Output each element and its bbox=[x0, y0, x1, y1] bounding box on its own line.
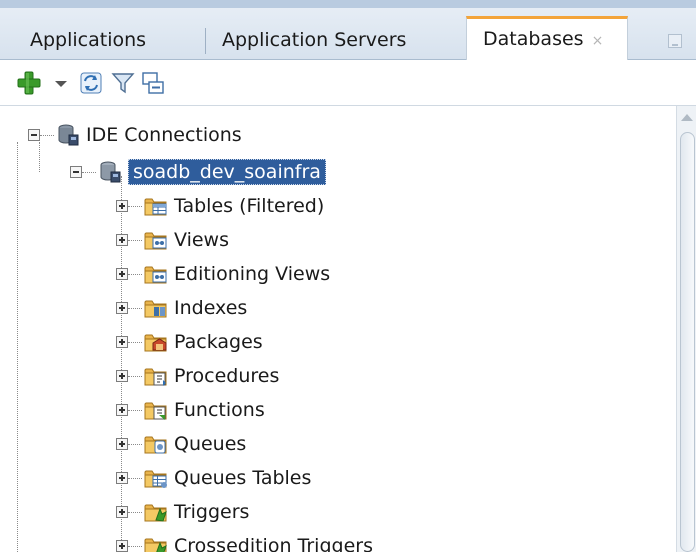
tree-connector bbox=[128, 273, 142, 275]
packages-folder-icon bbox=[144, 334, 167, 352]
filter-icon[interactable] bbox=[110, 70, 136, 96]
crossedition-triggers-folder-icon bbox=[144, 538, 167, 552]
indexes-folder-icon bbox=[144, 300, 167, 318]
queues-folder-icon bbox=[144, 436, 167, 454]
tree-connector bbox=[17, 142, 18, 552]
add-icon[interactable] bbox=[16, 70, 42, 96]
expand-toggle[interactable] bbox=[116, 438, 128, 450]
refresh-icon[interactable] bbox=[78, 70, 104, 96]
tree-node-label: Queues Tables bbox=[174, 467, 312, 489]
close-tab-icon[interactable]: × bbox=[592, 33, 604, 49]
tree-node-label: Procedures bbox=[174, 365, 280, 387]
tree-node-label: Triggers bbox=[174, 501, 250, 523]
tree-node-queues[interactable]: Queues bbox=[116, 429, 246, 459]
tree-node-tables-filtered[interactable]: Tables (Filtered) bbox=[116, 191, 324, 221]
tab-databases[interactable]: Databases × bbox=[466, 16, 628, 61]
tree-connector bbox=[128, 409, 142, 411]
tree-connector bbox=[128, 443, 142, 445]
queues-tables-folder-icon bbox=[144, 470, 167, 488]
window-top-strip bbox=[0, 0, 696, 8]
tree-connector bbox=[128, 375, 142, 377]
collapse-toggle[interactable] bbox=[70, 166, 82, 178]
collapse-toggle[interactable] bbox=[28, 129, 40, 141]
views-folder-icon bbox=[144, 232, 167, 250]
tree-node-label: Indexes bbox=[174, 297, 248, 319]
tree-connector bbox=[128, 341, 142, 343]
tree-node-label: Crossedition Triggers bbox=[174, 535, 373, 552]
tree-connector bbox=[40, 134, 54, 136]
tree-node-editioning-views[interactable]: Editioning Views bbox=[116, 259, 330, 289]
tree-connector bbox=[128, 545, 142, 547]
toolbar bbox=[0, 60, 696, 106]
tab-databases-label: Databases bbox=[483, 28, 584, 50]
tree-node-functions[interactable]: Functions bbox=[116, 395, 265, 425]
vertical-scrollbar[interactable] bbox=[676, 106, 696, 552]
dropdown-arrow-icon[interactable] bbox=[48, 70, 74, 96]
tree-node-crossedition-triggers[interactable]: Crossedition Triggers bbox=[116, 531, 373, 552]
database-icon bbox=[100, 161, 121, 183]
tree-node-label-selected: soadb_dev_soainfra bbox=[128, 159, 326, 185]
tree-connector bbox=[128, 477, 142, 479]
expand-toggle[interactable] bbox=[116, 472, 128, 484]
database-navigator-tree: IDE Connections soadb_dev_soainfra Table… bbox=[10, 106, 676, 552]
tables-folder-icon bbox=[144, 198, 167, 216]
tree-connector bbox=[128, 239, 142, 241]
expand-toggle[interactable] bbox=[116, 200, 128, 212]
tab-applications[interactable]: Applications bbox=[30, 20, 146, 60]
expand-toggle[interactable] bbox=[116, 302, 128, 314]
tree-node-procedures[interactable]: Procedures bbox=[116, 361, 279, 391]
tree-node-indexes[interactable]: Indexes bbox=[116, 293, 247, 323]
tab-application-servers[interactable]: Application Servers bbox=[222, 20, 406, 60]
tree-connector bbox=[128, 205, 142, 207]
tab-bar: Applications Application Servers Databas… bbox=[0, 8, 696, 61]
scrollbar-thumb[interactable] bbox=[680, 132, 695, 552]
expand-toggle[interactable] bbox=[116, 506, 128, 518]
expand-toggle[interactable] bbox=[116, 404, 128, 416]
tree-node-label: Packages bbox=[174, 331, 263, 353]
tree-node-label: Editioning Views bbox=[174, 263, 331, 285]
tree-node-label: Tables (Filtered) bbox=[174, 195, 325, 217]
triggers-folder-icon bbox=[144, 504, 167, 522]
tree-node-views[interactable]: Views bbox=[116, 225, 229, 255]
minimize-panel-button[interactable] bbox=[668, 34, 682, 48]
tree-connector bbox=[128, 307, 142, 309]
tree-node-label: Queues bbox=[174, 433, 247, 455]
collapse-all-icon[interactable] bbox=[140, 70, 166, 96]
tree-node-queues-tables[interactable]: Queues Tables bbox=[116, 463, 311, 493]
expand-toggle[interactable] bbox=[116, 540, 128, 552]
database-connections-icon bbox=[58, 124, 79, 146]
tree-connector bbox=[128, 511, 142, 513]
tree-node-ide-connections[interactable]: IDE Connections bbox=[28, 120, 242, 150]
functions-folder-icon bbox=[144, 402, 167, 420]
expand-toggle[interactable] bbox=[116, 234, 128, 246]
tree-node-label: IDE Connections bbox=[86, 124, 242, 146]
procedures-folder-icon bbox=[144, 368, 167, 386]
expand-toggle[interactable] bbox=[116, 336, 128, 348]
tree-node-packages[interactable]: Packages bbox=[116, 327, 263, 357]
expand-toggle[interactable] bbox=[116, 370, 128, 382]
tree-node-connection[interactable]: soadb_dev_soainfra bbox=[70, 157, 326, 187]
editioning-views-folder-icon bbox=[144, 266, 167, 284]
tree-node-label: Views bbox=[174, 229, 229, 251]
tab-separator bbox=[205, 28, 206, 54]
tree-node-triggers[interactable]: Triggers bbox=[116, 497, 249, 527]
expand-toggle[interactable] bbox=[116, 268, 128, 280]
tree-node-label: Functions bbox=[174, 399, 265, 421]
tree-connector bbox=[82, 171, 96, 173]
scroll-up-arrow-icon[interactable] bbox=[681, 114, 693, 121]
